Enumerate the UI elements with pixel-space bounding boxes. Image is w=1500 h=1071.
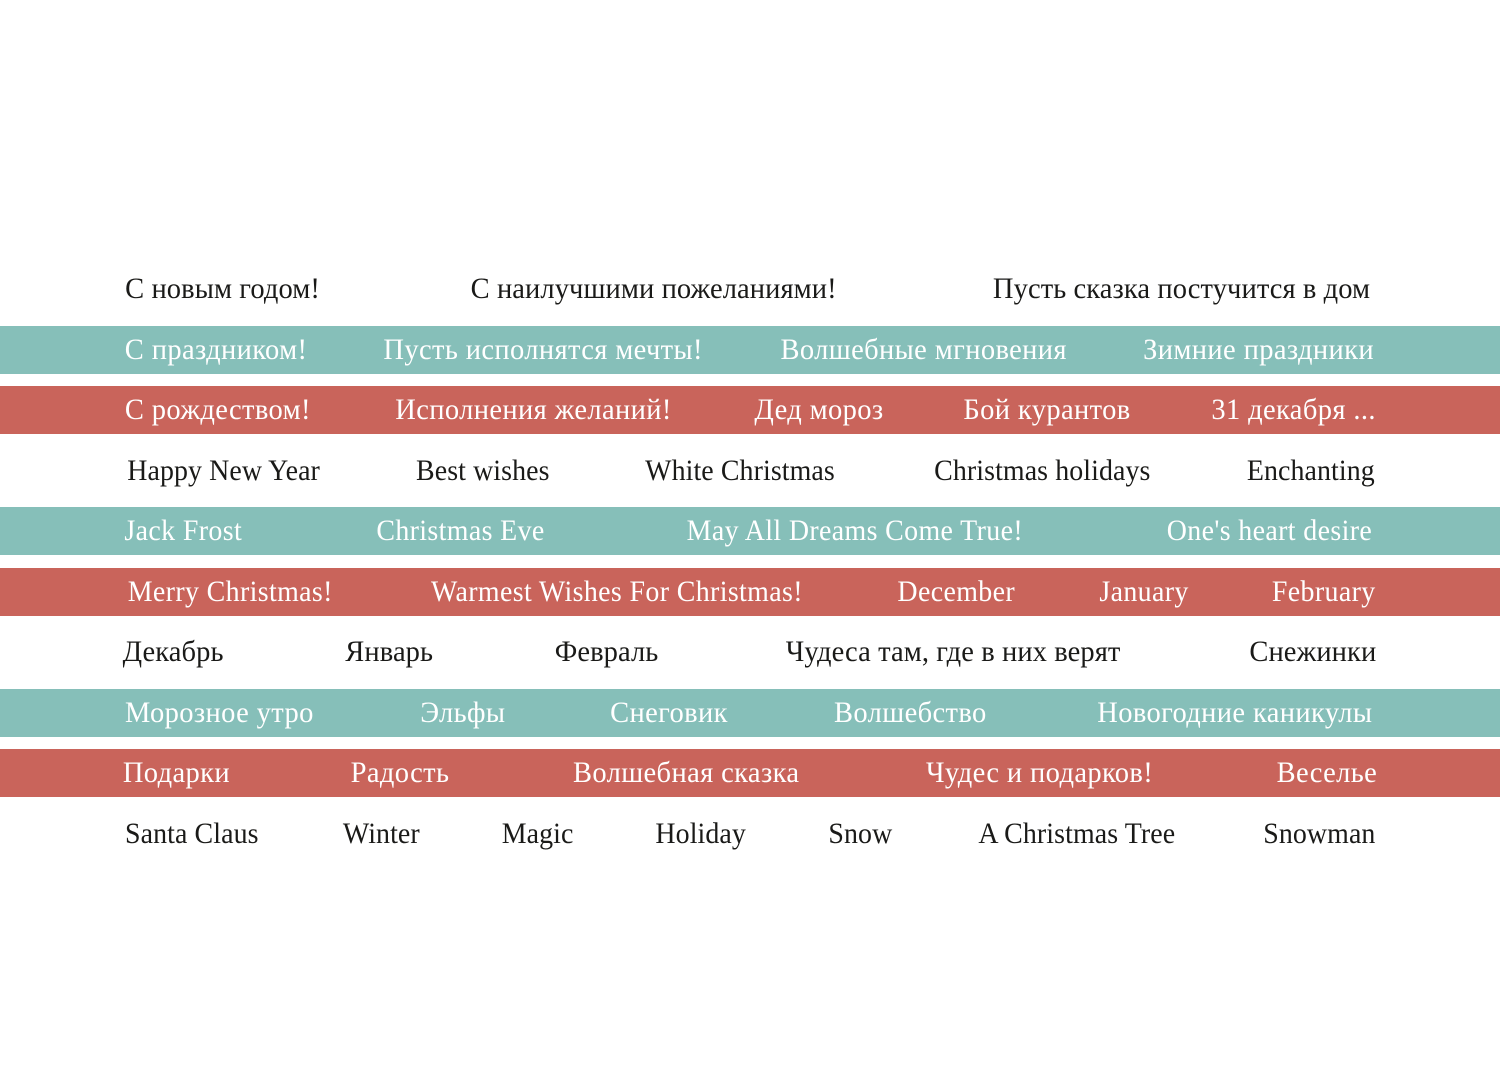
phrase-row-content: Happy New Year Best wishes White Christmas… [120, 453, 1380, 487]
phrase-label: Holiday [655, 816, 747, 850]
phrase-label: Santa Claus [125, 816, 259, 850]
phrase-label: Merry Christmas! [127, 574, 333, 608]
phrase-label: Чудеса там, где в них верят [786, 635, 1121, 668]
phrase-label: May All Dreams Come True! [686, 514, 1024, 547]
phrase-row-content: Jack Frost Christmas Eve May All Dreams Co… [120, 516, 1380, 546]
phrase-label: Jack Frost [124, 514, 243, 547]
lettering-specimen-sheet: С новым годом! С наилучшими пожеланиями! П… [0, 0, 1500, 1071]
phrase-row-content: Подарки Радость Волшебная сказка Чудес и по… [120, 758, 1380, 788]
phrase-label: Magic [501, 816, 574, 850]
phrase-label: December [897, 574, 1016, 608]
phrase-label: Подарки [122, 756, 230, 789]
phrase-label: Исполнения желаний! [395, 393, 672, 426]
phrase-label: С новым годом! [125, 272, 321, 305]
phrase-row-content: С праздником! Пусть исполнятся мечты! Волш… [120, 332, 1380, 366]
phrase-row-red: С рождеством! Исполнения желаний! Дед моро… [0, 386, 1500, 434]
phrase-label: С наилучшими пожеланиями! [470, 272, 838, 305]
phrase-label: Чудес и подарков! [926, 756, 1154, 789]
phrase-label: Christmas holidays [934, 453, 1151, 487]
phrase-label: Новогодние каникулы [1097, 695, 1373, 729]
phrase-label: Январь [345, 635, 433, 668]
phrase-label: Снеговик [610, 695, 728, 729]
phrase-row-plain: Santa Claus Winter Magic Holiday Snow A Chris… [0, 810, 1500, 858]
phrase-label: С праздником! [124, 332, 308, 366]
phrase-label: Эльфы [420, 695, 506, 729]
phrase-row-content: Декабрь Январь Февраль Чудеса там, где в ни… [120, 637, 1380, 667]
phrase-label: Волшебная сказка [572, 756, 800, 789]
phrase-label: Февраль [554, 635, 659, 668]
phrase-row-red: Merry Christmas! Warmest Wishes For Chris… [0, 567, 1500, 616]
phrase-row-content: Морозное утро Эльфы Снеговик Волшебство Ново… [120, 695, 1380, 729]
phrase-row-content: Merry Christmas! Warmest Wishes For Chris… [120, 574, 1380, 608]
phrase-label: Snowman [1263, 816, 1376, 850]
phrase-label: White Christmas [645, 453, 836, 487]
phrase-label: Морозное утро [124, 695, 314, 729]
phrase-label: January [1099, 574, 1189, 608]
phrase-label: Winter [342, 816, 420, 850]
phrase-label: One's heart desire [1166, 514, 1373, 547]
phrase-label: С рождеством! [124, 393, 311, 426]
phrase-label: Enchanting [1247, 453, 1376, 487]
phrase-label: Christmas Eve [376, 514, 545, 547]
phrase-label: Дед мороз [754, 393, 884, 426]
phrase-row-red: Подарки Радость Волшебная сказка Чудес и по… [0, 749, 1500, 797]
phrase-label: Пусть сказка постучится в дом [992, 272, 1371, 305]
phrase-row-teal: С праздником! Пусть исполнятся мечты! Волш… [0, 325, 1500, 374]
phrase-label: Волшебные мгновения [780, 332, 1068, 366]
phrase-label: Волшебство [834, 695, 987, 729]
phrase-label: Best wishes [415, 453, 550, 487]
phrase-row-content: Santa Claus Winter Magic Holiday Snow A Chris… [120, 816, 1380, 850]
phrase-label: 31 декабря ... [1211, 393, 1376, 426]
phrase-label: Бой курантов [963, 393, 1131, 426]
phrase-label: Snow [828, 816, 893, 850]
phrase-label: Декабрь [122, 635, 224, 668]
phrase-label: Радость [350, 756, 450, 789]
phrase-label: Веселье [1276, 756, 1378, 789]
phrase-label: Happy New Year [127, 453, 320, 487]
phrase-label: A Christmas Tree [978, 816, 1176, 850]
phrase-label: Пусть исполнятся мечты! [382, 332, 703, 366]
phrase-row-plain: С новым годом! С наилучшими пожеланиями! П… [0, 265, 1500, 313]
phrase-row-content: С рождеством! Исполнения желаний! Дед моро… [120, 395, 1380, 425]
phrase-row-plain: Декабрь Январь Февраль Чудеса там, где в ни… [0, 628, 1500, 676]
phrase-row-plain: Happy New Year Best wishes White Christmas… [0, 447, 1500, 495]
phrase-row-teal: Jack Frost Christmas Eve May All Dreams Co… [0, 507, 1500, 555]
phrase-label: Warmest Wishes For Christmas! [430, 574, 803, 608]
phrase-label: Снежинки [1249, 635, 1377, 668]
phrase-row-content: С новым годом! С наилучшими пожеланиями! П… [120, 274, 1380, 304]
phrase-label: February [1272, 574, 1377, 608]
phrase-label: Зимние праздники [1142, 332, 1374, 366]
phrase-row-teal: Морозное утро Эльфы Снеговик Волшебство Ново… [0, 688, 1500, 737]
